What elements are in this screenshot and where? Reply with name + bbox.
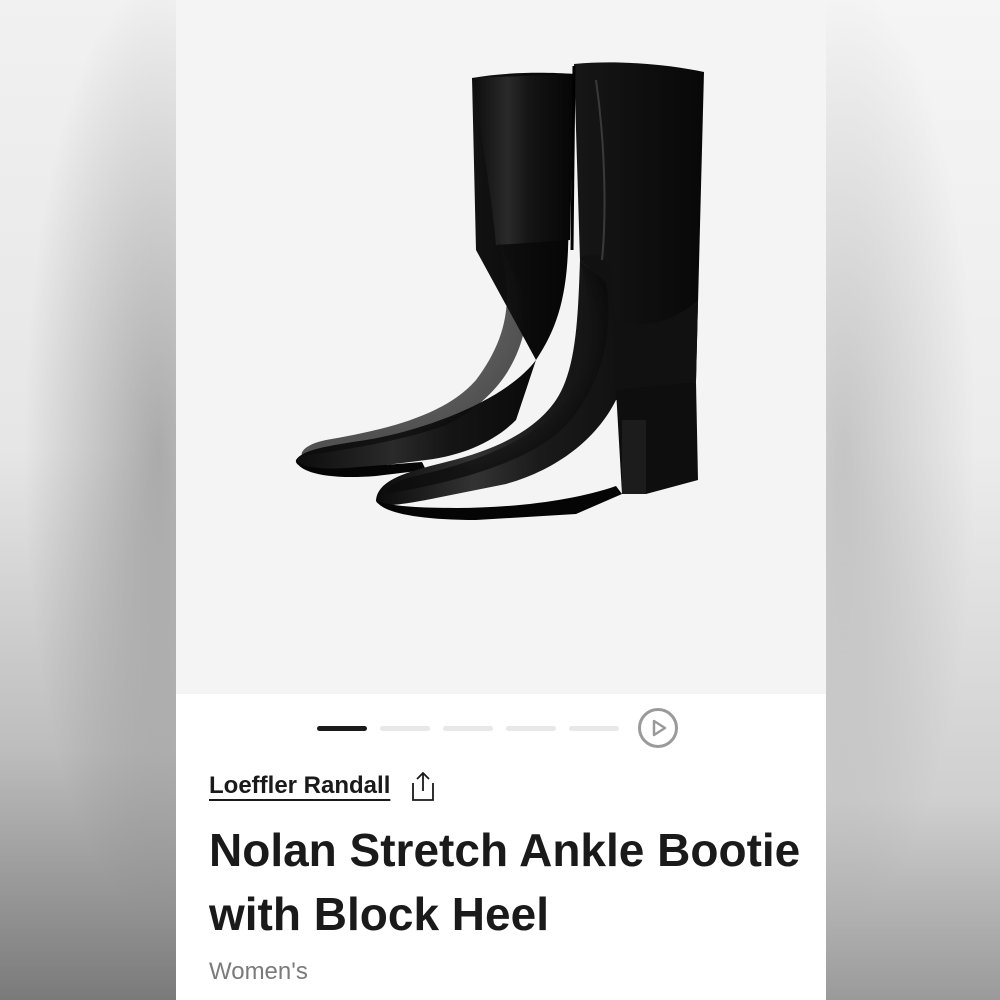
- play-video-button[interactable]: [638, 708, 678, 748]
- carousel-dot-5[interactable]: [569, 726, 619, 731]
- product-title: Nolan Stretch Ankle Bootie with Block He…: [209, 824, 801, 940]
- background-blur-right: [826, 0, 1000, 1000]
- product-category: Women's: [209, 958, 308, 985]
- background-blur-left: [0, 0, 176, 1000]
- brand-link[interactable]: Loeffler Randall: [209, 772, 390, 800]
- brand-row: Loeffler Randall: [209, 768, 438, 804]
- carousel-dot-4[interactable]: [506, 726, 556, 731]
- product-page: Loeffler Randall Nolan Stretch Ankle Boo…: [176, 0, 826, 1000]
- carousel-dot-3[interactable]: [443, 726, 493, 731]
- carousel-dot-1[interactable]: [317, 726, 367, 731]
- play-icon: [652, 719, 667, 737]
- boots-illustration: [295, 62, 704, 520]
- image-carousel-indicator: [176, 708, 826, 748]
- carousel-dot-2[interactable]: [380, 726, 430, 731]
- share-button[interactable]: [408, 769, 438, 803]
- product-image[interactable]: [176, 0, 826, 694]
- share-icon: [412, 771, 435, 801]
